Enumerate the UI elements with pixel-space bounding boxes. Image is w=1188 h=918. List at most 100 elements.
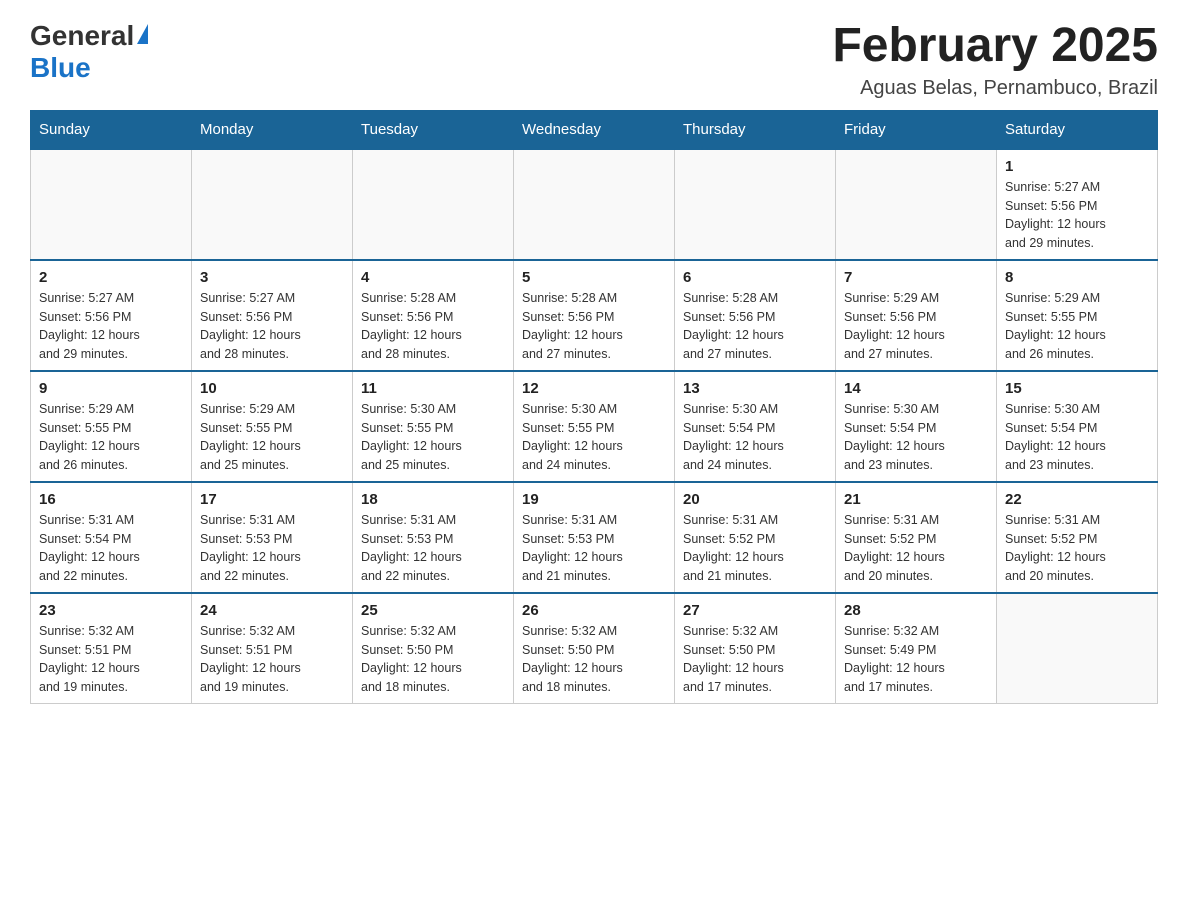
calendar-cell: 18 Sunrise: 5:31 AMSunset: 5:53 PMDayligh… <box>353 482 514 593</box>
calendar-cell: 20 Sunrise: 5:31 AMSunset: 5:52 PMDayligh… <box>675 482 836 593</box>
day-number: 15 <box>1005 380 1149 397</box>
day-info: Sunrise: 5:32 AMSunset: 5:50 PMDaylight:… <box>361 622 505 697</box>
day-info: Sunrise: 5:31 AMSunset: 5:54 PMDaylight:… <box>39 511 183 586</box>
calendar-cell: 6 Sunrise: 5:28 AMSunset: 5:56 PMDaylight… <box>675 260 836 371</box>
weekday-header-wednesday: Wednesday <box>514 110 675 149</box>
day-info: Sunrise: 5:29 AMSunset: 5:55 PMDaylight:… <box>200 400 344 475</box>
day-info: Sunrise: 5:27 AMSunset: 5:56 PMDaylight:… <box>39 289 183 364</box>
day-number: 27 <box>683 602 827 619</box>
calendar-cell: 25 Sunrise: 5:32 AMSunset: 5:50 PMDayligh… <box>353 593 514 704</box>
logo-triangle-icon <box>137 24 148 44</box>
weekday-header-tuesday: Tuesday <box>353 110 514 149</box>
calendar-cell: 19 Sunrise: 5:31 AMSunset: 5:53 PMDayligh… <box>514 482 675 593</box>
calendar-cell: 28 Sunrise: 5:32 AMSunset: 5:49 PMDayligh… <box>836 593 997 704</box>
day-number: 17 <box>200 491 344 508</box>
day-info: Sunrise: 5:31 AMSunset: 5:53 PMDaylight:… <box>522 511 666 586</box>
day-info: Sunrise: 5:31 AMSunset: 5:52 PMDaylight:… <box>683 511 827 586</box>
day-number: 11 <box>361 380 505 397</box>
logo-general: General <box>30 20 134 52</box>
day-number: 4 <box>361 269 505 286</box>
day-number: 14 <box>844 380 988 397</box>
calendar-cell: 21Sunrise: 5:31 AMSunset: 5:52 PMDayligh… <box>836 482 997 593</box>
calendar-cell: 16Sunrise: 5:31 AMSunset: 5:54 PMDayligh… <box>31 482 192 593</box>
day-info: Sunrise: 5:27 AMSunset: 5:56 PMDaylight:… <box>200 289 344 364</box>
calendar-cell: 11 Sunrise: 5:30 AMSunset: 5:55 PMDayligh… <box>353 371 514 482</box>
day-number: 5 <box>522 269 666 286</box>
calendar-cell: 23 Sunrise: 5:32 AMSunset: 5:51 PMDayligh… <box>31 593 192 704</box>
calendar-cell: 22 Sunrise: 5:31 AMSunset: 5:52 PMDayligh… <box>997 482 1158 593</box>
calendar-cell: 17 Sunrise: 5:31 AMSunset: 5:53 PMDayligh… <box>192 482 353 593</box>
title-block: February 2025 Aguas Belas, Pernambuco, B… <box>832 20 1158 100</box>
day-number: 2 <box>39 269 183 286</box>
day-number: 1 <box>1005 158 1149 175</box>
day-info: Sunrise: 5:29 AMSunset: 5:55 PMDaylight:… <box>1005 289 1149 364</box>
calendar-cell <box>192 149 353 260</box>
calendar-cell <box>31 149 192 260</box>
day-number: 12 <box>522 380 666 397</box>
calendar-cell: 2 Sunrise: 5:27 AMSunset: 5:56 PMDaylight… <box>31 260 192 371</box>
calendar-week-row: 9 Sunrise: 5:29 AMSunset: 5:55 PMDaylight… <box>31 371 1158 482</box>
day-number: 8 <box>1005 269 1149 286</box>
calendar-cell: 7 Sunrise: 5:29 AMSunset: 5:56 PMDaylight… <box>836 260 997 371</box>
calendar-cell: 1 Sunrise: 5:27 AMSunset: 5:56 PMDaylight… <box>997 149 1158 260</box>
day-info: Sunrise: 5:31 AMSunset: 5:53 PMDaylight:… <box>361 511 505 586</box>
logo-blue: Blue <box>30 52 91 83</box>
calendar-week-row: 2 Sunrise: 5:27 AMSunset: 5:56 PMDaylight… <box>31 260 1158 371</box>
day-info: Sunrise: 5:32 AMSunset: 5:50 PMDaylight:… <box>522 622 666 697</box>
calendar-cell: 13 Sunrise: 5:30 AMSunset: 5:54 PMDayligh… <box>675 371 836 482</box>
calendar-week-row: 16Sunrise: 5:31 AMSunset: 5:54 PMDayligh… <box>31 482 1158 593</box>
day-number: 18 <box>361 491 505 508</box>
day-number: 22 <box>1005 491 1149 508</box>
page-header: General Blue February 2025 Aguas Belas, … <box>30 20 1158 100</box>
day-info: Sunrise: 5:30 AMSunset: 5:54 PMDaylight:… <box>683 400 827 475</box>
day-number: 6 <box>683 269 827 286</box>
day-info: Sunrise: 5:32 AMSunset: 5:49 PMDaylight:… <box>844 622 988 697</box>
day-number: 25 <box>361 602 505 619</box>
day-info: Sunrise: 5:31 AMSunset: 5:53 PMDaylight:… <box>200 511 344 586</box>
calendar-week-row: 1 Sunrise: 5:27 AMSunset: 5:56 PMDaylight… <box>31 149 1158 260</box>
calendar-cell: 27 Sunrise: 5:32 AMSunset: 5:50 PMDayligh… <box>675 593 836 704</box>
calendar-cell <box>353 149 514 260</box>
day-info: Sunrise: 5:30 AMSunset: 5:55 PMDaylight:… <box>361 400 505 475</box>
calendar-cell <box>997 593 1158 704</box>
calendar-cell: 14 Sunrise: 5:30 AMSunset: 5:54 PMDayligh… <box>836 371 997 482</box>
weekday-header-friday: Friday <box>836 110 997 149</box>
calendar-cell <box>675 149 836 260</box>
calendar-cell: 24Sunrise: 5:32 AMSunset: 5:51 PMDayligh… <box>192 593 353 704</box>
calendar-cell: 8 Sunrise: 5:29 AMSunset: 5:55 PMDaylight… <box>997 260 1158 371</box>
logo: General Blue <box>30 20 148 84</box>
day-number: 24 <box>200 602 344 619</box>
location-title: Aguas Belas, Pernambuco, Brazil <box>832 77 1158 100</box>
day-number: 19 <box>522 491 666 508</box>
day-number: 13 <box>683 380 827 397</box>
calendar-cell: 4Sunrise: 5:28 AMSunset: 5:56 PMDaylight… <box>353 260 514 371</box>
calendar-week-row: 23 Sunrise: 5:32 AMSunset: 5:51 PMDayligh… <box>31 593 1158 704</box>
day-info: Sunrise: 5:28 AMSunset: 5:56 PMDaylight:… <box>522 289 666 364</box>
calendar-cell: 5 Sunrise: 5:28 AMSunset: 5:56 PMDaylight… <box>514 260 675 371</box>
calendar-cell <box>836 149 997 260</box>
day-info: Sunrise: 5:30 AMSunset: 5:55 PMDaylight:… <box>522 400 666 475</box>
day-info: Sunrise: 5:32 AMSunset: 5:51 PMDaylight:… <box>39 622 183 697</box>
month-title: February 2025 <box>832 20 1158 73</box>
day-number: 20 <box>683 491 827 508</box>
day-number: 10 <box>200 380 344 397</box>
day-number: 23 <box>39 602 183 619</box>
calendar-cell <box>514 149 675 260</box>
day-info: Sunrise: 5:27 AMSunset: 5:56 PMDaylight:… <box>1005 178 1149 253</box>
day-info: Sunrise: 5:30 AMSunset: 5:54 PMDaylight:… <box>1005 400 1149 475</box>
day-info: Sunrise: 5:30 AMSunset: 5:54 PMDaylight:… <box>844 400 988 475</box>
day-info: Sunrise: 5:32 AMSunset: 5:50 PMDaylight:… <box>683 622 827 697</box>
day-info: Sunrise: 5:29 AMSunset: 5:56 PMDaylight:… <box>844 289 988 364</box>
day-number: 7 <box>844 269 988 286</box>
day-number: 28 <box>844 602 988 619</box>
weekday-header-thursday: Thursday <box>675 110 836 149</box>
calendar-cell: 3 Sunrise: 5:27 AMSunset: 5:56 PMDaylight… <box>192 260 353 371</box>
day-number: 9 <box>39 380 183 397</box>
day-number: 21 <box>844 491 988 508</box>
day-info: Sunrise: 5:28 AMSunset: 5:56 PMDaylight:… <box>683 289 827 364</box>
weekday-header-saturday: Saturday <box>997 110 1158 149</box>
day-info: Sunrise: 5:31 AMSunset: 5:52 PMDaylight:… <box>1005 511 1149 586</box>
day-number: 26 <box>522 602 666 619</box>
day-number: 3 <box>200 269 344 286</box>
weekday-header-sunday: Sunday <box>31 110 192 149</box>
